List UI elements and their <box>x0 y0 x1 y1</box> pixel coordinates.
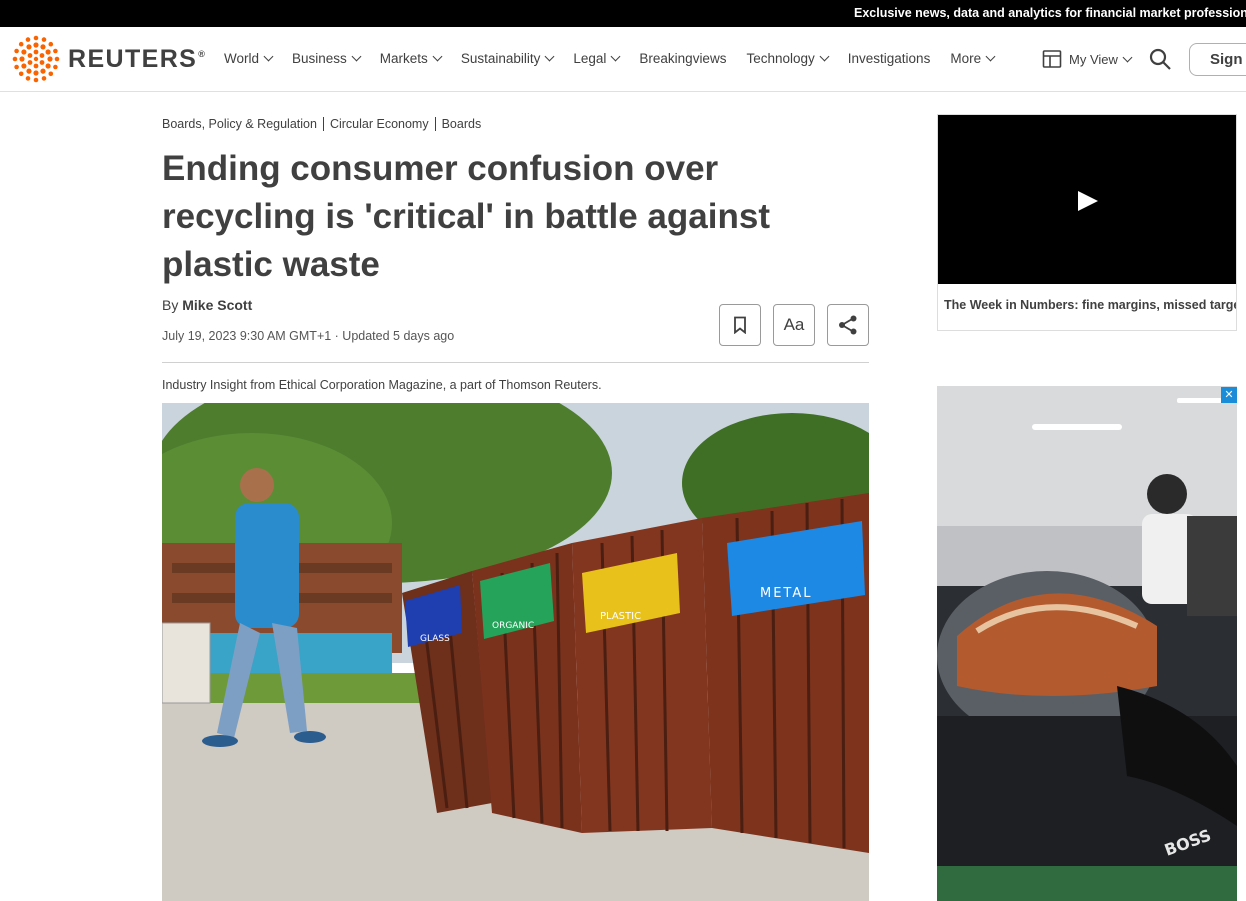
bookmark-button[interactable] <box>719 304 761 346</box>
chevron-down-icon <box>819 51 830 62</box>
nav-breakingviews[interactable]: Breakingviews <box>639 51 726 66</box>
video-caption[interactable]: The Week in Numbers: fine margins, misse… <box>938 284 1236 312</box>
svg-text:GLASS: GLASS <box>420 634 450 644</box>
font-size-button[interactable]: Aa <box>773 304 815 346</box>
divider <box>162 362 869 363</box>
chevron-down-icon <box>610 51 621 62</box>
chevron-down-icon <box>263 51 274 62</box>
top-promo-bar: Exclusive news, data and analytics for f… <box>0 0 1246 27</box>
author-link[interactable]: Mike Scott <box>182 297 252 313</box>
sign-in-button[interactable]: Sign In <box>1189 43 1246 76</box>
article-dateline: July 19, 2023 9:30 AM GMT+1 · Updated 5 … <box>162 329 455 343</box>
breadcrumb-separator <box>434 117 436 131</box>
share-button[interactable] <box>827 304 869 346</box>
site-header: REUTERS® World Business Markets Sustaina… <box>0 27 1246 92</box>
chevron-down-icon <box>1122 52 1133 62</box>
my-view-button[interactable]: My View <box>1042 49 1133 69</box>
svg-text:PLASTIC: PLASTIC <box>600 611 641 622</box>
brand-wordmark: REUTERS® <box>68 44 207 73</box>
nav-sustainability[interactable]: Sustainability <box>461 51 555 66</box>
main-nav: World Business Markets Sustainability Le… <box>224 51 1014 66</box>
play-icon[interactable] <box>1078 191 1098 211</box>
video-card[interactable]: The Week in Numbers: fine margins, misse… <box>937 114 1237 331</box>
industry-insight-note: Industry Insight from Ethical Corporatio… <box>162 378 602 392</box>
recycling-bins-photo: GLASS ORGANIC PLASTIC METAL <box>162 403 869 901</box>
article-headline: Ending consumer confusion over recycling… <box>162 149 770 284</box>
breadcrumb-link[interactable]: Boards <box>442 117 482 131</box>
breadcrumb-link[interactable]: Circular Economy <box>330 117 429 131</box>
nav-more[interactable]: More <box>950 51 996 66</box>
byline: By Mike Scott <box>162 297 253 313</box>
advertisement[interactable]: BOSS <box>937 386 1237 901</box>
svg-text:ORGANIC: ORGANIC <box>492 621 534 631</box>
video-player[interactable] <box>938 115 1236 284</box>
breadcrumb-link[interactable]: Boards, Policy & Regulation <box>162 117 317 131</box>
chevron-down-icon <box>544 51 555 62</box>
reuters-logo[interactable]: REUTERS® <box>12 35 207 83</box>
nav-legal[interactable]: Legal <box>573 51 621 66</box>
bookmark-icon <box>734 316 746 334</box>
ad-close-button[interactable]: ✕ <box>1221 387 1237 403</box>
breadcrumb: Boards, Policy & Regulation Circular Eco… <box>162 117 481 131</box>
chevron-down-icon <box>351 51 362 62</box>
layout-grid-icon <box>1042 50 1062 68</box>
share-icon <box>839 315 857 335</box>
promo-text[interactable]: Exclusive news, data and analytics for f… <box>854 6 1246 20</box>
reuters-dots-icon <box>12 35 60 83</box>
chevron-down-icon <box>985 51 996 62</box>
svg-text:METAL: METAL <box>760 586 813 601</box>
nav-investigations[interactable]: Investigations <box>848 51 931 66</box>
ad-image: BOSS <box>937 386 1237 901</box>
nav-world[interactable]: World <box>224 51 274 66</box>
hero-image[interactable]: GLASS ORGANIC PLASTIC METAL <box>162 403 869 901</box>
nav-technology[interactable]: Technology <box>746 51 830 66</box>
chevron-down-icon <box>432 51 443 62</box>
nav-business[interactable]: Business <box>292 51 362 66</box>
breadcrumb-separator <box>322 117 324 131</box>
search-icon[interactable] <box>1148 47 1172 71</box>
nav-markets[interactable]: Markets <box>380 51 443 66</box>
